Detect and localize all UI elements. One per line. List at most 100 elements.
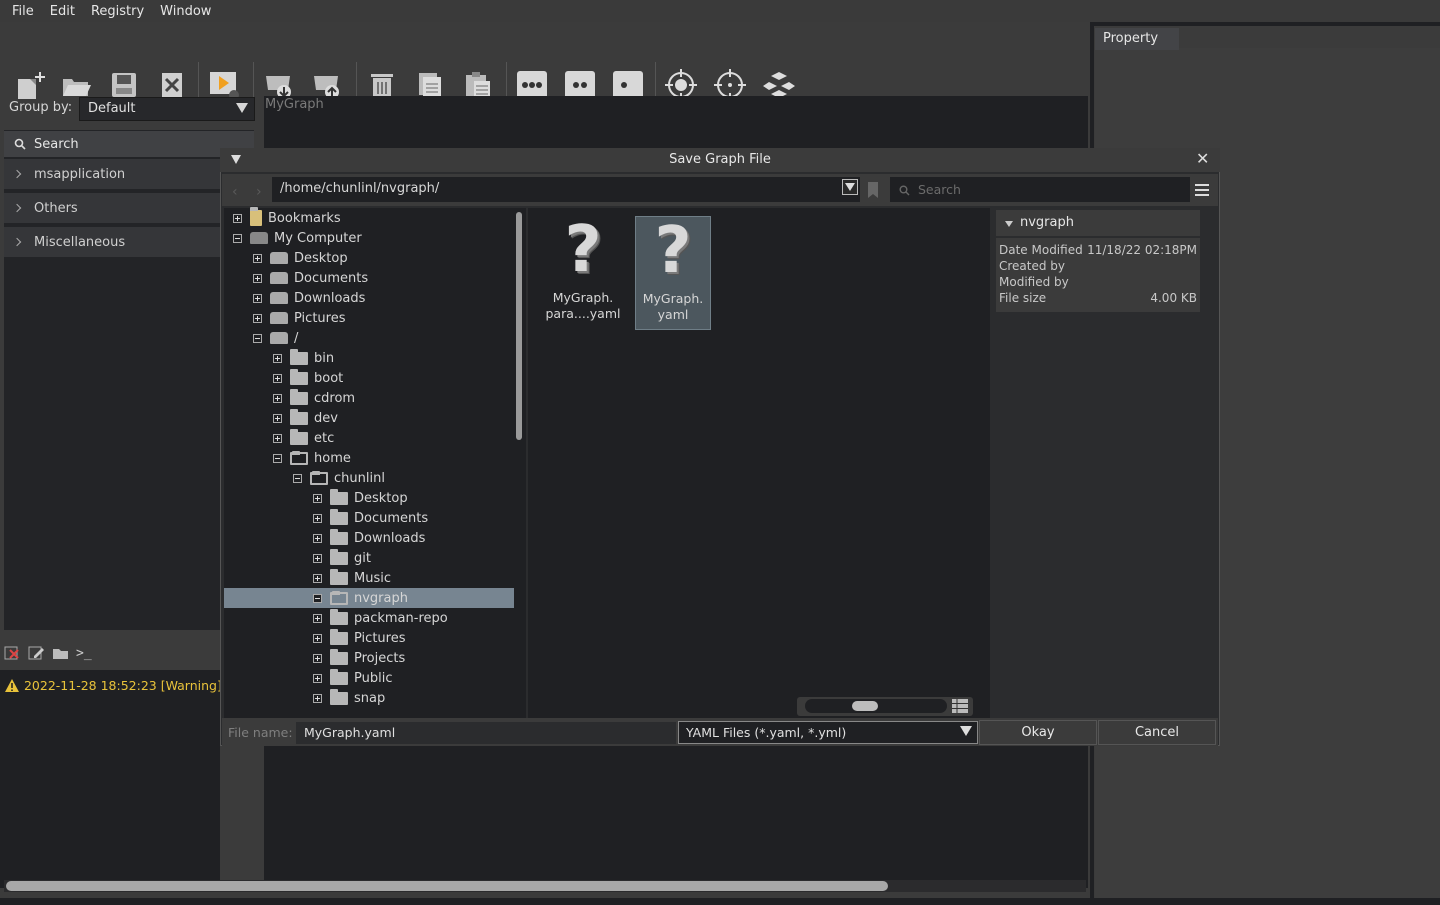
file-type-value: YAML Files (*.yaml, *.yml): [686, 725, 847, 740]
tree-item[interactable]: nvgraph: [313, 588, 408, 608]
cancel-button[interactable]: Cancel: [1098, 720, 1216, 745]
tree-item-label: Pictures: [354, 630, 406, 646]
tree-item[interactable]: Music: [313, 568, 391, 588]
edit-log-icon[interactable]: [28, 645, 46, 661]
zoom-slider-handle[interactable]: [852, 701, 878, 711]
tree-item[interactable]: Pictures: [253, 308, 345, 328]
menu-window[interactable]: Window: [152, 4, 219, 19]
file-type-select[interactable]: YAML Files (*.yaml, *.yml): [678, 721, 978, 744]
tab-property[interactable]: Property: [1095, 28, 1179, 50]
tree-item[interactable]: Bookmarks: [233, 207, 341, 228]
tree-item[interactable]: /: [253, 328, 298, 348]
expand-icon[interactable]: [233, 213, 242, 223]
tree-item[interactable]: Documents: [253, 268, 368, 288]
chevron-right-icon: [12, 169, 22, 179]
collapse-icon[interactable]: [273, 453, 282, 463]
tree-item[interactable]: home: [273, 448, 351, 468]
menu-edit[interactable]: Edit: [42, 4, 83, 19]
tree-item[interactable]: dev: [273, 408, 338, 428]
expand-icon[interactable]: [273, 373, 282, 383]
info-header[interactable]: nvgraph: [996, 210, 1200, 236]
expand-icon[interactable]: [313, 513, 322, 523]
forward-icon[interactable]: ›: [256, 184, 262, 200]
expand-icon[interactable]: [313, 613, 322, 623]
terminal-icon[interactable]: >_: [76, 646, 92, 661]
category-miscellaneous[interactable]: Miscellaneous: [4, 227, 220, 257]
expand-icon[interactable]: [313, 493, 322, 503]
tree-item-label: Public: [354, 670, 393, 686]
category-label: Miscellaneous: [34, 234, 126, 250]
tree-item[interactable]: Desktop: [313, 488, 408, 508]
list-view-icon[interactable]: [952, 699, 968, 713]
dialog-search-input[interactable]: Search: [890, 177, 1190, 202]
group-by-select[interactable]: Default: [79, 97, 255, 121]
tree-item[interactable]: Projects: [313, 648, 405, 668]
tree-item[interactable]: boot: [273, 368, 343, 388]
expand-icon[interactable]: [313, 673, 322, 683]
open-folder-icon[interactable]: [52, 645, 70, 661]
file-name-input[interactable]: MyGraph.yaml: [296, 722, 676, 744]
file-name-line: yaml: [657, 307, 689, 322]
tree-item[interactable]: My Computer: [233, 228, 362, 248]
hamburger-menu-icon[interactable]: [1194, 182, 1210, 198]
expand-icon[interactable]: [313, 533, 322, 543]
file-item[interactable]: ? MyGraph. para....yaml: [545, 216, 621, 330]
tree-scrollbar[interactable]: [516, 212, 522, 440]
collapse-icon[interactable]: [231, 155, 241, 164]
back-icon[interactable]: ‹: [232, 184, 238, 200]
path-dropdown-icon[interactable]: [842, 179, 858, 195]
bookmark-icon: [250, 207, 262, 226]
folder-icon: [290, 428, 308, 445]
tree-item[interactable]: cdrom: [273, 388, 355, 408]
tree-item[interactable]: Public: [313, 668, 392, 688]
chevron-down-icon: [236, 103, 248, 113]
tree-item[interactable]: bin: [273, 348, 334, 368]
tree-item[interactable]: git: [313, 548, 371, 568]
group-by-value: Default: [88, 101, 136, 116]
library-search[interactable]: Search: [4, 131, 254, 157]
tree-item[interactable]: snap: [313, 688, 385, 708]
drive-icon: [270, 252, 288, 264]
expand-icon[interactable]: [253, 253, 262, 263]
expand-icon[interactable]: [273, 353, 282, 363]
tree-item[interactable]: Downloads: [253, 288, 365, 308]
menu-registry[interactable]: Registry: [83, 4, 152, 19]
tree-item[interactable]: Desktop: [253, 248, 348, 268]
tree-item[interactable]: etc: [273, 428, 334, 448]
close-icon[interactable]: ✕: [1196, 151, 1212, 167]
expand-icon[interactable]: [313, 653, 322, 663]
expand-icon[interactable]: [253, 273, 262, 283]
collapse-icon[interactable]: [253, 333, 262, 343]
okay-button[interactable]: Okay: [979, 720, 1097, 745]
collapse-icon[interactable]: [233, 233, 242, 243]
expand-icon[interactable]: [313, 633, 322, 643]
path-field[interactable]: /home/chunlinl/nvgraph/: [272, 177, 860, 202]
bookmark-icon[interactable]: [867, 181, 879, 199]
category-msapplication[interactable]: msapplication: [4, 159, 220, 189]
expand-icon[interactable]: [253, 313, 262, 323]
tree-item[interactable]: Pictures: [313, 628, 405, 648]
expand-icon[interactable]: [313, 693, 322, 703]
expand-icon[interactable]: [313, 553, 322, 563]
expand-icon[interactable]: [313, 573, 322, 583]
tree-item[interactable]: Documents: [313, 508, 428, 528]
info-label: Modified by: [999, 275, 1069, 289]
category-others[interactable]: Others: [4, 193, 220, 223]
clear-log-icon[interactable]: [4, 645, 22, 661]
collapse-icon[interactable]: [313, 593, 322, 603]
expand-icon[interactable]: [273, 393, 282, 403]
menu-file[interactable]: File: [4, 4, 42, 19]
search-placeholder: Search: [918, 182, 961, 197]
chevron-down-icon: [960, 726, 972, 736]
tree-item[interactable]: packman-repo: [313, 608, 448, 628]
folder-icon: [290, 368, 308, 385]
tree-item[interactable]: chunlinl: [293, 468, 385, 488]
collapse-icon[interactable]: [293, 473, 302, 483]
folder-icon: [330, 568, 348, 585]
expand-icon[interactable]: [253, 293, 262, 303]
expand-icon[interactable]: [273, 413, 282, 423]
scrollbar-thumb[interactable]: [6, 881, 888, 891]
expand-icon[interactable]: [273, 433, 282, 443]
tree-item[interactable]: Downloads: [313, 528, 425, 548]
file-item-selected[interactable]: ? MyGraph. yaml: [635, 216, 711, 330]
